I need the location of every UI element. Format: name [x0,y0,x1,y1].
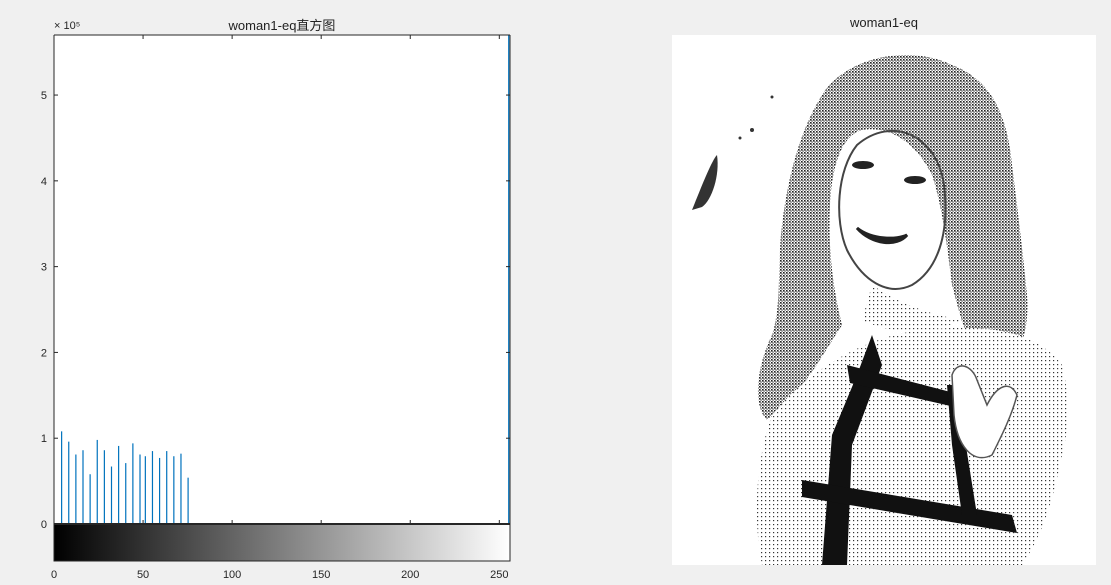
y-tick-label: 5 [41,90,47,102]
smile [855,226,909,245]
y-exponent-label: × 10⁵ [54,20,80,32]
right-eye [904,176,926,184]
y-tick-label: 1 [41,433,47,445]
stray-mark-2 [738,136,742,140]
stray-mark-1 [750,128,754,132]
left-eye [852,161,874,169]
woman-silhouette-graphic [692,55,1068,565]
stray-mark-3 [770,95,774,99]
x-tick-label: 0 [51,569,57,581]
x-tick-label: 50 [137,569,149,581]
x-tick-label: 150 [312,569,330,581]
histogram-axes: 0 1 2 3 4 5 × 10⁵ 0 50 100 150 200 250 [41,20,511,581]
histogram-title: woman1-eq直方图 [228,18,336,33]
y-tick-label: 0 [41,519,47,531]
y-tick-label: 4 [41,176,47,188]
y-tick-label: 2 [41,347,47,359]
grayscale-colorbar [53,523,511,562]
x-tick-label: 200 [401,569,419,581]
y-tick-label: 3 [41,262,47,274]
hair-left-strand [692,155,718,210]
image-title: woman1-eq [850,15,918,30]
x-tick-label: 100 [223,569,241,581]
equalized-woman-image [672,35,1096,565]
neck-shadow [862,285,962,332]
plot-area [54,35,510,524]
x-tick-label: 250 [490,569,508,581]
